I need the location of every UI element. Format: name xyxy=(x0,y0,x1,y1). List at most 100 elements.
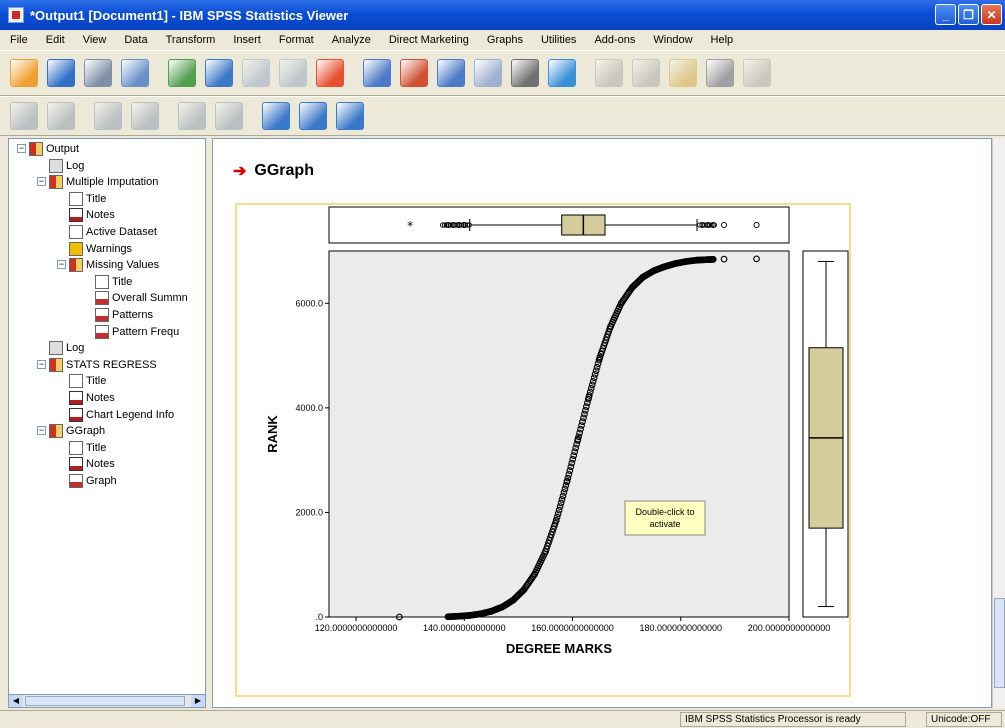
menu-transform[interactable]: Transform xyxy=(156,34,224,46)
collapse-toggle-icon[interactable]: − xyxy=(37,426,46,436)
outline-item-warnings[interactable]: Warnings xyxy=(69,241,132,257)
menu-direct-marketing[interactable]: Direct Marketing xyxy=(379,34,477,46)
y-axis-title: RANK xyxy=(265,415,280,453)
show-icon[interactable] xyxy=(178,102,206,130)
window-title: *Output1 [Document1] - IBM SPSS Statisti… xyxy=(30,7,349,23)
hide-icon[interactable] xyxy=(215,102,243,130)
promote-icon[interactable] xyxy=(10,102,38,130)
demote-icon[interactable] xyxy=(47,102,75,130)
outline-item-notes[interactable]: Notes xyxy=(69,207,115,223)
outline-item-log[interactable]: Log xyxy=(49,158,84,174)
outline-item-stats-regress[interactable]: STATS REGRESS xyxy=(49,357,157,373)
insert-text-icon[interactable] xyxy=(336,102,364,130)
x-tick-label: 200.0000000000000 xyxy=(748,623,831,633)
collapse-toggle-icon[interactable]: − xyxy=(37,359,46,369)
spelling-icon[interactable] xyxy=(595,59,623,87)
scroll-left-arrow-icon[interactable]: ◀ xyxy=(9,695,23,707)
output-heading[interactable]: ➔ GGraph xyxy=(233,161,314,181)
current-item-arrow-icon: ➔ xyxy=(233,163,247,180)
variables-icon[interactable] xyxy=(437,59,465,87)
outline-item-missing-values[interactable]: Missing Values xyxy=(69,257,159,273)
use-variable-sets-icon[interactable] xyxy=(511,59,539,87)
maximize-button[interactable]: ❐ xyxy=(958,4,979,25)
content-vertical-scrollbar[interactable] xyxy=(992,138,1005,708)
outline-item-active-dataset[interactable]: Active Dataset xyxy=(69,224,157,240)
processor-status: IBM SPSS Statistics Processor is ready xyxy=(680,712,906,727)
menu-insert[interactable]: Insert xyxy=(223,34,269,46)
recall-dialog-icon[interactable] xyxy=(205,59,233,87)
menu-graphs[interactable]: Graphs xyxy=(477,34,531,46)
collapse-toggle-icon[interactable]: − xyxy=(57,260,66,270)
outline-item-multiple-imputation[interactable]: Multiple Imputation xyxy=(49,174,158,190)
menu-help[interactable]: Help xyxy=(701,34,742,46)
select-last-output-icon[interactable] xyxy=(669,59,697,87)
scroll-right-arrow-icon[interactable]: ▶ xyxy=(191,695,205,707)
graph-frame[interactable]: * .0 2000.0 4000.0 6000.0 120.0000000000000 14… xyxy=(235,203,851,697)
menu-analyze[interactable]: Analyze xyxy=(322,34,379,46)
menu-bar: File Edit View Data Transform Insert Format Ana… xyxy=(0,30,1005,50)
designate-window-icon[interactable] xyxy=(632,59,660,87)
chart-icon xyxy=(95,308,109,322)
menu-format[interactable]: Format xyxy=(269,34,322,46)
expand-icon[interactable] xyxy=(94,102,122,130)
outline-label: Pattern Frequ xyxy=(112,325,180,338)
show-all-variables-icon[interactable] xyxy=(548,59,576,87)
outline-item-title[interactable]: Title xyxy=(69,373,106,389)
outline-item-output[interactable]: Output xyxy=(29,141,79,157)
menu-window[interactable]: Window xyxy=(643,34,700,46)
open-icon[interactable] xyxy=(10,59,38,87)
minimize-button[interactable]: _ xyxy=(935,4,956,25)
export-icon[interactable] xyxy=(168,59,196,87)
outline-label: GGraph xyxy=(66,425,106,438)
collapse-toggle-icon[interactable]: − xyxy=(37,177,46,187)
outline-item-pattern-frequ[interactable]: Pattern Frequ xyxy=(95,324,179,340)
graph-svg[interactable]: * .0 2000.0 4000.0 6000.0 120.0000000000000 14… xyxy=(237,205,849,695)
content-scroll-thumb[interactable] xyxy=(994,598,1005,688)
goto-data-icon[interactable] xyxy=(316,59,344,87)
goto-case-icon[interactable] xyxy=(363,59,391,87)
insert-heading-icon[interactable] xyxy=(262,102,290,130)
tooltip-line: Double-click to xyxy=(635,507,694,517)
content-pane[interactable]: ➔ GGraph * .0 2000.0 4000.0 6000.0 120.000000… xyxy=(212,138,992,708)
outline-item-title[interactable]: Title xyxy=(95,274,132,290)
menu-utilities[interactable]: Utilities xyxy=(531,34,584,46)
outline-item-log[interactable]: Log xyxy=(49,340,84,356)
outline-label: Title xyxy=(86,192,107,205)
create-edit-autoscript-icon[interactable] xyxy=(706,59,734,87)
menu-edit[interactable]: Edit xyxy=(36,34,73,46)
menu-view[interactable]: View xyxy=(73,34,115,46)
run-script-icon[interactable] xyxy=(743,59,771,87)
outline-item-graph[interactable]: Graph xyxy=(69,473,117,489)
page-icon xyxy=(95,274,109,289)
undo-icon[interactable] xyxy=(242,59,270,87)
outline-item-patterns[interactable]: Patterns xyxy=(95,307,153,323)
menu-add-ons[interactable]: Add-ons xyxy=(584,34,643,46)
outline-item-notes[interactable]: Notes xyxy=(69,456,115,472)
menu-file[interactable]: File xyxy=(0,34,36,46)
redo-icon[interactable] xyxy=(279,59,307,87)
menu-data[interactable]: Data xyxy=(114,34,155,46)
run-descriptives-icon[interactable] xyxy=(474,59,502,87)
outline-item-overall-summn[interactable]: Overall Summn xyxy=(95,290,188,306)
y-tick-label: .0 xyxy=(315,612,323,622)
scroll-thumb[interactable] xyxy=(25,696,185,706)
outline-item-ggraph[interactable]: GGraph xyxy=(49,423,105,439)
tooltip-line: activate xyxy=(649,519,680,529)
collapse-toggle-icon[interactable]: − xyxy=(17,144,26,153)
outline-item-notes[interactable]: Notes xyxy=(69,390,115,406)
outline-item-chart-legend-info[interactable]: Chart Legend Info xyxy=(69,407,174,423)
print-preview-icon[interactable] xyxy=(121,59,149,87)
collapse-icon[interactable] xyxy=(131,102,159,130)
outline-horizontal-scrollbar[interactable]: ◀ ▶ xyxy=(8,694,206,708)
outline-item-title[interactable]: Title xyxy=(69,191,106,207)
print-icon[interactable] xyxy=(84,59,112,87)
status-bar: IBM SPSS Statistics Processor is ready U… xyxy=(0,710,1005,728)
outline-pane[interactable]: Output − Log Multiple Imputation − Title Notes… xyxy=(8,138,206,708)
outline-label: Notes xyxy=(86,209,115,222)
goto-variable-icon[interactable] xyxy=(400,59,428,87)
save-icon[interactable] xyxy=(47,59,75,87)
close-button[interactable]: ✕ xyxy=(981,4,1002,25)
insert-title-icon[interactable] xyxy=(299,102,327,130)
plot-area xyxy=(328,250,790,618)
outline-item-title[interactable]: Title xyxy=(69,440,106,456)
